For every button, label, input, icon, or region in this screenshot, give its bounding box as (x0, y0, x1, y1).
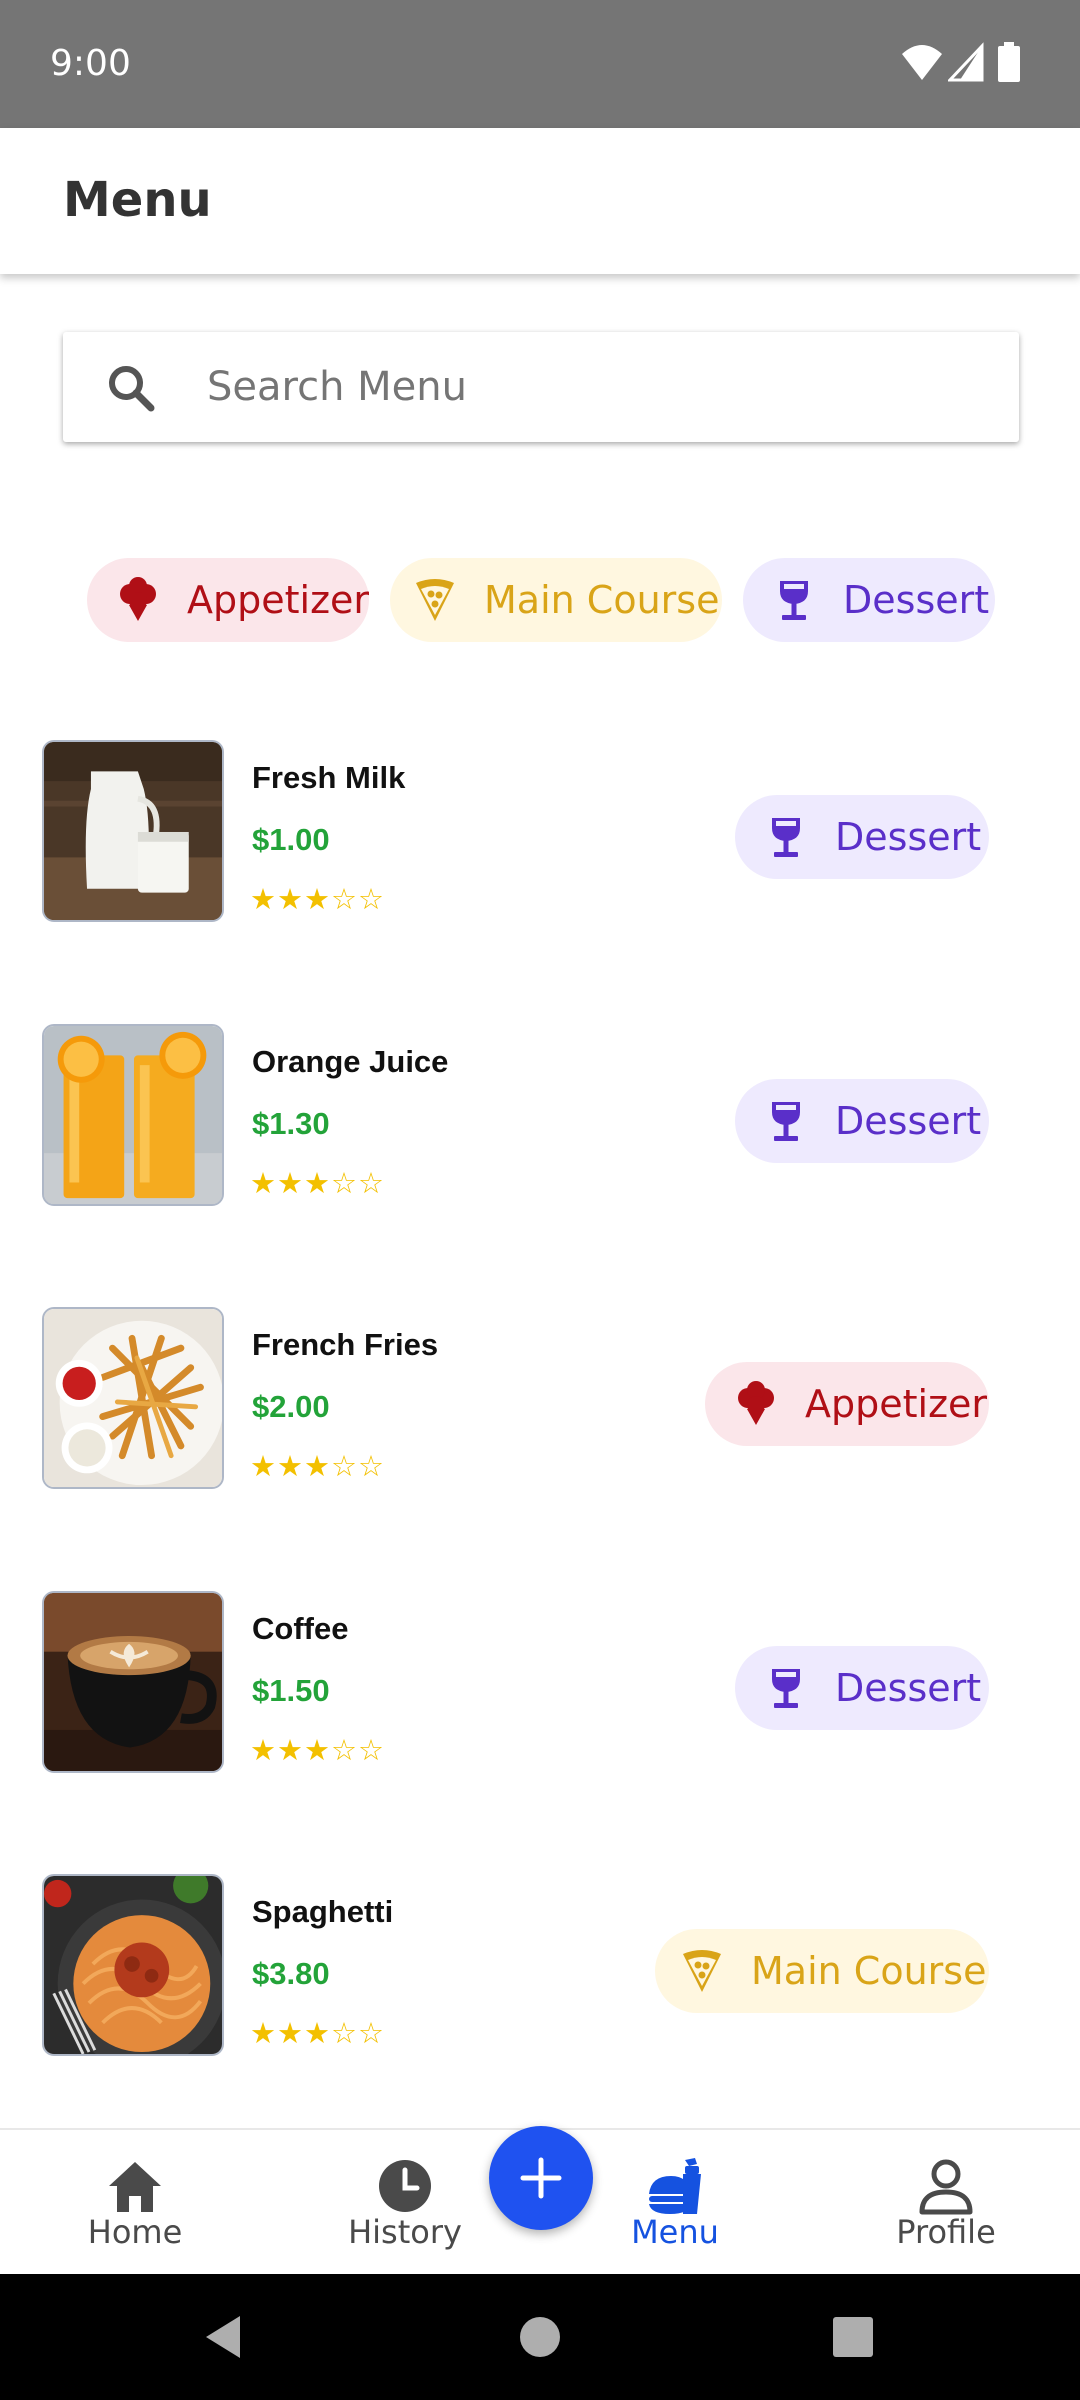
item-name: Fresh Milk (252, 760, 406, 795)
list-item[interactable]: Coffee $1.50 ★★★☆☆ Dessert (0, 1591, 1080, 1781)
nav-label: History (348, 2213, 462, 2251)
nav-label: Menu (631, 2213, 719, 2251)
category-tag: Dessert (735, 795, 989, 879)
star-rating: ★★★☆☆ (250, 1451, 385, 1483)
back-icon[interactable] (200, 2312, 250, 2362)
nav-label: Home (87, 2213, 183, 2251)
coffee-cup-photo (42, 1591, 224, 1773)
pizza-slice-icon (683, 1950, 721, 1992)
food-icon (649, 2158, 701, 2214)
wine-glass-icon (780, 581, 808, 620)
add-item-button[interactable] (489, 2126, 593, 2230)
milk-pitcher-photo (42, 740, 224, 922)
category-tag: Appetizer (705, 1362, 989, 1446)
star-rating: ★★★☆☆ (250, 1168, 385, 1200)
filter-chip-main-course[interactable]: Main Course (390, 558, 722, 642)
item-price: $3.80 (252, 1956, 330, 1991)
category-label: Appetizer (805, 1382, 988, 1426)
nav-item-menu[interactable]: Menu (575, 2130, 775, 2276)
item-name: Spaghetti (252, 1894, 394, 1929)
item-name: French Fries (252, 1327, 439, 1362)
cellular-signal-icon (948, 42, 984, 82)
list-item[interactable]: Fresh Milk $1.00 ★★★☆☆ Dessert (0, 740, 1080, 930)
search-box[interactable] (63, 332, 1019, 442)
nav-item-profile[interactable]: Profile (846, 2130, 1046, 2276)
star-rating: ★★★☆☆ (250, 884, 385, 916)
star-rating: ★★★☆☆ (250, 1735, 385, 1767)
category-label: Dessert (835, 1666, 982, 1710)
search-input[interactable] (207, 357, 987, 417)
item-price: $2.00 (252, 1389, 330, 1424)
orange-juice-photo (42, 1024, 224, 1206)
filter-chip-label: Dessert (843, 578, 990, 622)
star-rating: ★★★☆☆ (250, 2018, 385, 2050)
list-item[interactable]: French Fries $2.00 ★★★☆☆ Appetizer (0, 1307, 1080, 1497)
item-price: $1.50 (252, 1673, 330, 1708)
item-name: Orange Juice (252, 1044, 449, 1079)
nav-item-home[interactable]: Home (35, 2130, 235, 2276)
person-icon (919, 2159, 973, 2215)
ice-cream-icon (738, 1381, 774, 1425)
search-icon (109, 366, 155, 412)
category-label: Dessert (835, 1099, 982, 1143)
page-title: Menu (63, 172, 212, 228)
category-tag: Dessert (735, 1079, 989, 1163)
item-price: $1.00 (252, 822, 330, 857)
category-tag: Dessert (735, 1646, 989, 1730)
battery-icon (998, 42, 1020, 82)
clock-icon (379, 2160, 431, 2212)
app-bar: Menu (0, 128, 1080, 274)
home-icon (109, 2162, 161, 2212)
status-bar: 9:00 (0, 0, 1080, 128)
wine-glass-icon (772, 818, 800, 857)
french-fries-photo (42, 1307, 224, 1489)
wine-glass-icon (772, 1102, 800, 1141)
system-navigation-bar (0, 2274, 1080, 2400)
status-icons (900, 42, 1030, 86)
plus-icon (520, 2157, 562, 2199)
home-button-icon[interactable] (515, 2312, 565, 2362)
nav-label: Profile (896, 2213, 996, 2251)
filter-chip-appetizer[interactable]: Appetizer (87, 558, 369, 642)
wine-glass-icon (772, 1669, 800, 1708)
filter-chip-label: Appetizer (187, 578, 370, 622)
filter-chip-label: Main Course (484, 578, 720, 622)
spaghetti-photo (42, 1874, 224, 2056)
category-tag: Main Course (655, 1929, 989, 2013)
wifi-icon (902, 45, 942, 80)
list-item[interactable]: Orange Juice $1.30 ★★★☆☆ Dessert (0, 1024, 1080, 1214)
pizza-slice-icon (416, 579, 454, 621)
ice-cream-icon (120, 577, 156, 621)
filter-chip-dessert[interactable]: Dessert (743, 558, 995, 642)
category-label: Main Course (751, 1949, 987, 1993)
recents-icon[interactable] (828, 2312, 878, 2362)
category-label: Dessert (835, 815, 982, 859)
list-item[interactable]: Spaghetti $3.80 ★★★☆☆ Main Course (0, 1874, 1080, 2064)
item-name: Coffee (252, 1611, 349, 1646)
nav-item-history[interactable]: History (305, 2130, 505, 2276)
status-time: 9:00 (50, 43, 131, 84)
item-price: $1.30 (252, 1106, 330, 1141)
